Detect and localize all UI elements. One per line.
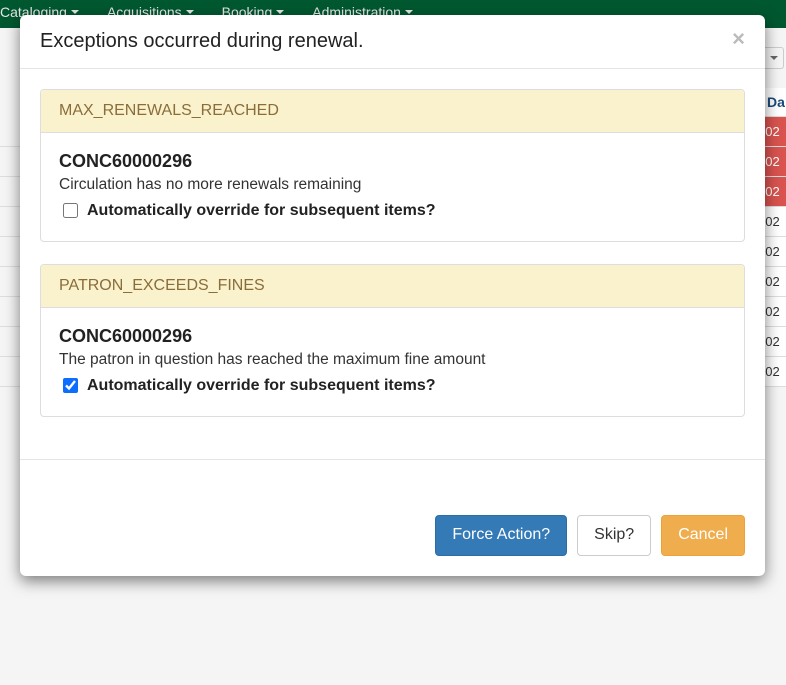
skip-button[interactable]: Skip? [577,515,651,556]
modal-body: MAX_RENEWALS_REACHED CONC60000296 Circul… [20,69,765,459]
auto-override-label[interactable]: Automatically override for subsequent it… [59,200,726,221]
exception-panel-patron-fines: PATRON_EXCEEDS_FINES CONC60000296 The pa… [40,264,745,417]
modal-header: Exceptions occurred during renewal. × [20,15,765,69]
cancel-button[interactable]: Cancel [661,515,745,556]
close-button[interactable]: × [732,28,745,50]
auto-override-text: Automatically override for subsequent it… [87,377,436,395]
exception-reason: Circulation has no more renewals remaini… [59,176,726,194]
modal-title: Exceptions occurred during renewal. [40,30,364,53]
exception-code: MAX_RENEWALS_REACHED [41,90,744,133]
auto-override-checkbox[interactable] [63,378,78,393]
auto-override-label[interactable]: Automatically override for subsequent it… [59,375,726,396]
renewal-exceptions-modal: Exceptions occurred during renewal. × MA… [20,15,765,576]
item-barcode: CONC60000296 [59,326,726,347]
exception-reason: The patron in question has reached the m… [59,351,726,369]
close-icon: × [732,26,745,51]
modal-footer: Force Action? Skip? Cancel [20,460,765,576]
item-barcode: CONC60000296 [59,151,726,172]
exception-panel-max-renewals: MAX_RENEWALS_REACHED CONC60000296 Circul… [40,89,745,242]
force-action-button[interactable]: Force Action? [435,515,567,556]
auto-override-text: Automatically override for subsequent it… [87,202,436,220]
auto-override-checkbox[interactable] [63,203,78,218]
exception-code: PATRON_EXCEEDS_FINES [41,265,744,308]
